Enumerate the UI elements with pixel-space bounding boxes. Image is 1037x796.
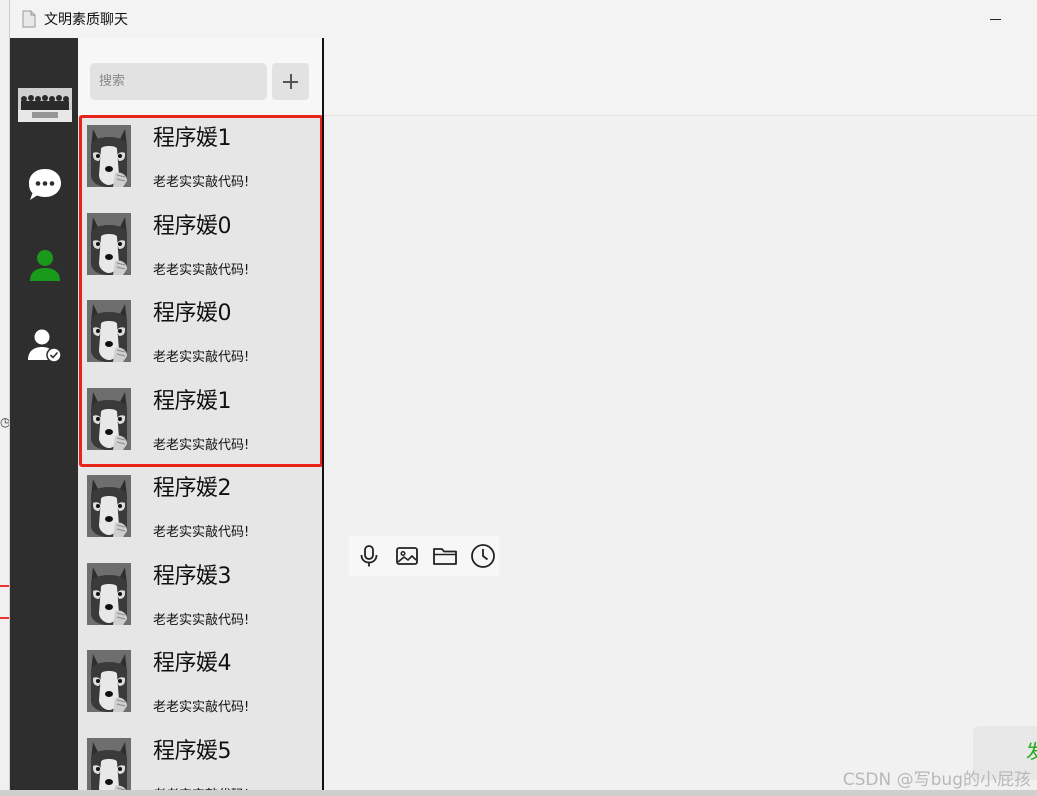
add-button[interactable] [272, 63, 309, 100]
contact-avatar [87, 387, 131, 450]
history-button[interactable] [469, 542, 497, 570]
watermark: CSDN @写bug的小屁孩 [842, 770, 1031, 790]
title-bar: 文明素质聊天 [10, 0, 1037, 38]
window-bottom-edge [0, 790, 1037, 796]
contact-avatar [87, 737, 131, 790]
side-nav [10, 38, 78, 790]
friend-requests-nav-button[interactable] [24, 324, 66, 366]
contact-name: 程序媛0 [153, 213, 232, 239]
contact-avatar-icon [87, 650, 131, 712]
window-title: 文明素质聊天 [44, 12, 128, 28]
contact-item[interactable]: 程序媛0 老老实实敲代码! [78, 290, 322, 378]
contact-avatar-icon [87, 387, 131, 450]
contact-avatar-icon [87, 125, 131, 187]
contact-avatar-icon [87, 300, 131, 362]
minimize-button[interactable] [980, 8, 1010, 30]
chat-header [324, 38, 1037, 116]
message-toolbar [349, 536, 499, 576]
contact-avatar [87, 300, 131, 362]
contact-item[interactable]: 程序媛0 老老实实敲代码! [78, 203, 322, 291]
contact-last-message: 老老实实敲代码! [153, 525, 250, 540]
contacts-icon [30, 250, 60, 281]
contact-name: 程序媛5 [153, 738, 232, 764]
contact-name: 程序媛1 [153, 388, 232, 414]
contact-avatar-icon [87, 562, 131, 625]
contact-last-message: 老老实实敲代码! [153, 437, 250, 453]
contact-last-message: 老老实实敲代码! [153, 700, 250, 715]
contact-item[interactable]: 程序媛2 老老实实敲代码! [78, 465, 322, 553]
contact-avatar-icon [87, 212, 131, 275]
clock-icon [471, 544, 495, 568]
contact-item[interactable]: 程序媛1 老老实实敲代码! [78, 378, 322, 466]
contact-last-message: 老老实实敲代码! [153, 262, 250, 278]
avatar[interactable] [18, 88, 72, 122]
contact-item[interactable]: 程序媛1 老老实实敲代码! [78, 115, 322, 203]
contact-avatar [87, 125, 131, 187]
search-bar [78, 38, 322, 115]
chat-area: 发 [324, 116, 1037, 790]
desktop-fragment-frame [0, 585, 9, 619]
contact-avatar-icon [87, 475, 131, 537]
contact-list: 程序媛1 老老实实敲代码! 程序媛0 老老实实敲代码! 程序媛0 老老实实敲代码! 程序媛1… [78, 115, 322, 790]
contact-last-message: 老老实实敲代码! [153, 350, 250, 365]
contact-last-message: 老老实实敲代码! [153, 612, 250, 628]
contact-item[interactable]: 程序媛4 老老实实敲代码! [78, 640, 322, 728]
chat-icon [29, 169, 61, 200]
desktop-background [0, 0, 9, 796]
contact-item[interactable]: 程序媛5老老实实敲代码! [78, 728, 322, 790]
image-icon [396, 547, 418, 565]
contacts-nav-button[interactable] [24, 244, 66, 286]
contact-name: 程序媛4 [153, 651, 232, 676]
chat-window: 文明素质聊天 搜索 程序媛1 老老实实敲代码! 程序媛0 老老实实敲代码! 程序… [9, 0, 1037, 790]
contact-name: 程序媛1 [153, 126, 232, 151]
image-button[interactable] [393, 542, 421, 570]
microphone-icon [360, 545, 378, 567]
contact-name: 程序媛2 [153, 476, 232, 501]
contact-list-panel: 程序媛1老老实实敲代码!程序媛0老老实实敲代码!程序媛0老老实实敲代码!程序媛1… [78, 38, 324, 790]
contact-avatar [87, 562, 131, 625]
folder-icon [433, 548, 457, 565]
contact-item[interactable]: 程序媛3 老老实实敲代码! [78, 553, 322, 641]
user-check-icon [28, 329, 62, 363]
contact-avatar [87, 475, 131, 537]
contact-last-message: 老老实实敲代码! [153, 175, 250, 190]
chat-nav-button[interactable] [24, 164, 66, 206]
contact-avatar [87, 212, 131, 275]
contact-name: 程序媛0 [153, 301, 232, 326]
group-photo-icon [18, 88, 72, 122]
file-button[interactable] [431, 542, 459, 570]
search-input[interactable] [90, 63, 267, 100]
contact-avatar-icon [87, 737, 131, 790]
contact-avatar [87, 650, 131, 712]
app-icon [22, 10, 36, 28]
contact-name: 程序媛3 [153, 563, 232, 589]
voice-button[interactable] [355, 542, 383, 570]
